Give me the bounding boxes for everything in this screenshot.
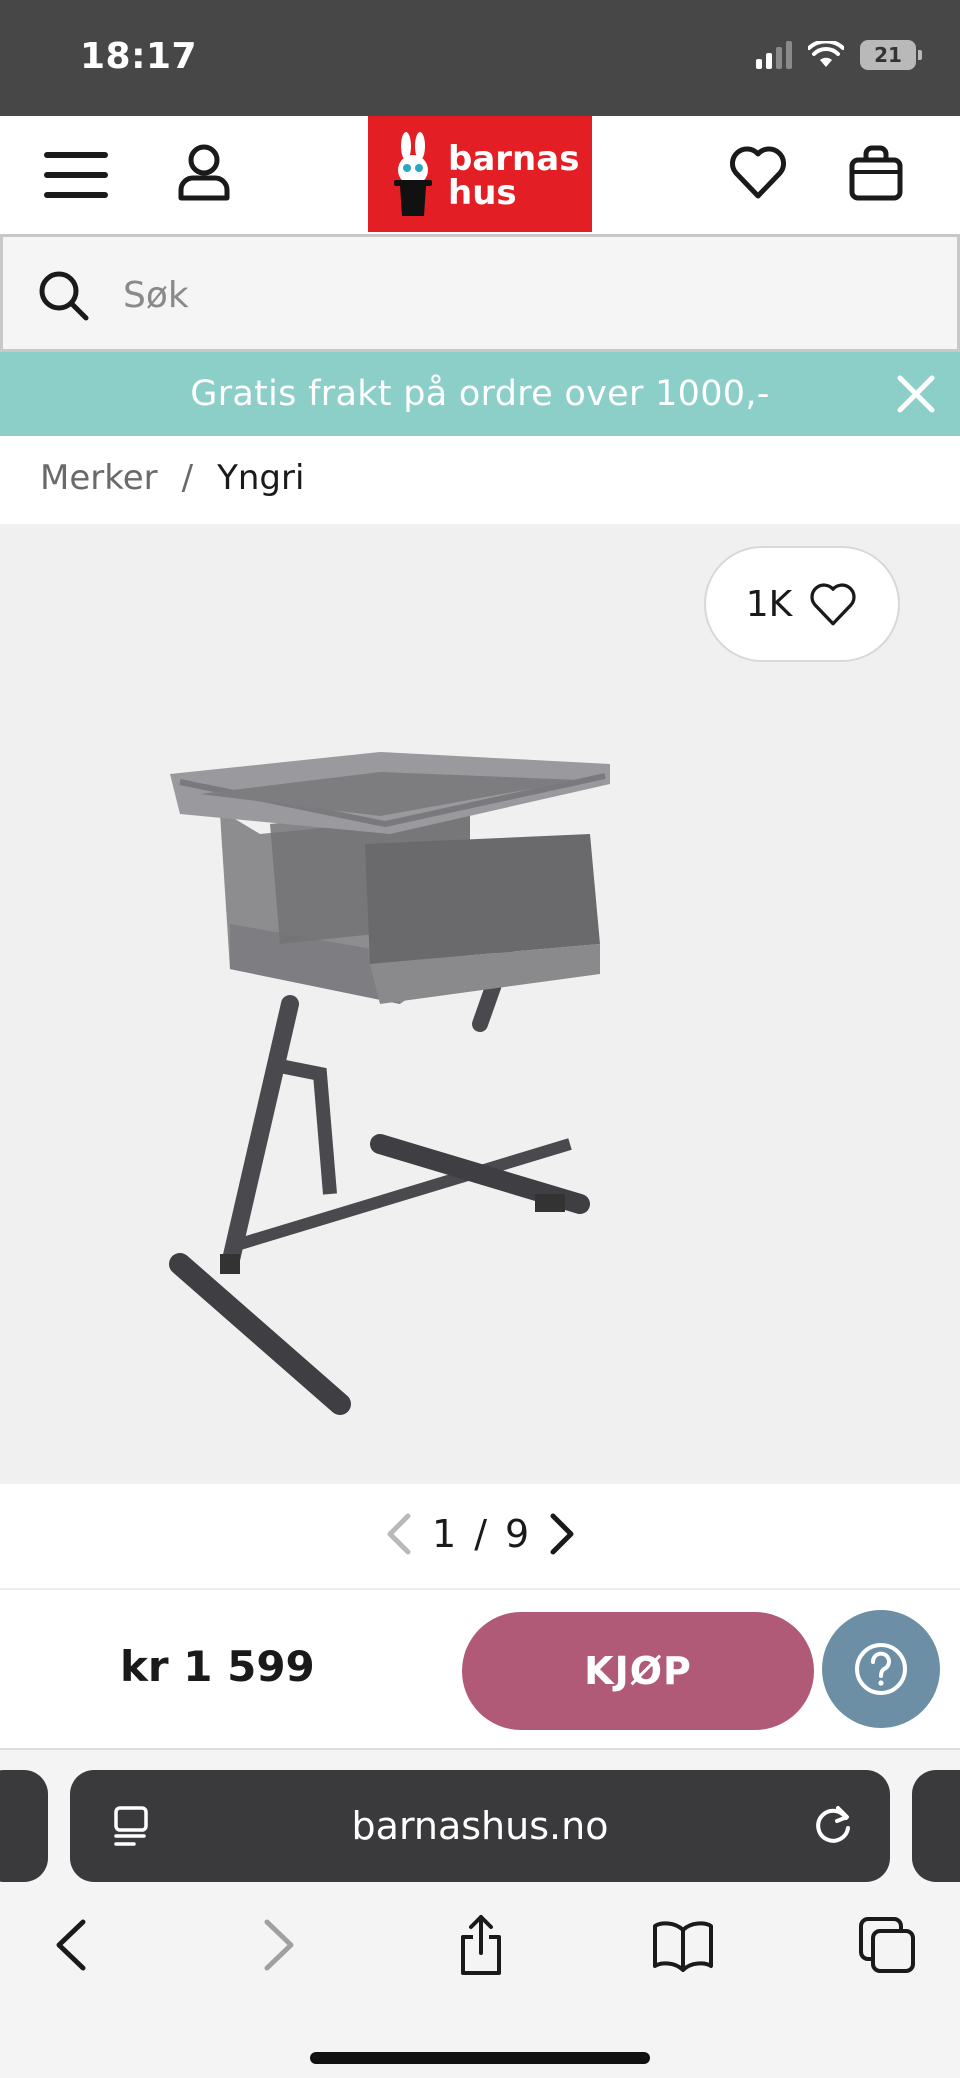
image-pager: 1 / 9 (0, 1484, 960, 1590)
share-button[interactable] (446, 1910, 516, 1980)
wifi-icon (808, 41, 844, 67)
pager-controls: 1 / 9 (384, 1512, 577, 1556)
bedside-crib-product-image (169, 752, 610, 1415)
product-price: kr 1 599 (120, 1642, 315, 1691)
breadcrumb-current: Yngri (217, 458, 305, 498)
url-text: barnashus.no (351, 1804, 609, 1848)
barnashus-logo[interactable]: barnas hus (368, 116, 592, 232)
forward-arrow-icon (264, 1919, 294, 1971)
heart-icon (810, 583, 856, 626)
tabs-button[interactable] (852, 1910, 922, 1980)
search-input[interactable] (123, 265, 903, 325)
address-bar[interactable]: barnashus.no (70, 1770, 890, 1882)
search-icon[interactable] (37, 269, 89, 321)
help-button[interactable] (822, 1610, 940, 1728)
share-icon (461, 1915, 501, 1975)
previous-tab-preview[interactable] (0, 1770, 48, 1882)
status-bar: 18:17 21 (0, 0, 960, 116)
tabs-icon (859, 1917, 915, 1973)
breadcrumb: Merker / Yngri (40, 458, 304, 498)
purchase-bar: kr 1 599 KJØP (0, 1592, 960, 1748)
product-gallery[interactable]: 1K (0, 524, 960, 1484)
free-shipping-banner: Gratis frakt på ordre over 1000,- (0, 352, 960, 436)
buy-button[interactable]: KJØP (462, 1612, 814, 1730)
browser-toolbar (0, 1910, 960, 2000)
back-button[interactable] (36, 1910, 106, 1980)
bookmarks-button[interactable] (648, 1910, 718, 1980)
logo-text-line1: barnas (448, 139, 580, 179)
status-time: 18:17 (80, 36, 198, 77)
account-icon[interactable] (176, 142, 232, 202)
breadcrumb-separator: / (181, 458, 194, 498)
promo-text: Gratis frakt på ordre over 1000,- (190, 374, 770, 414)
book-icon (653, 1921, 713, 1972)
browser-chrome: barnashus.no (0, 1748, 960, 2078)
shopping-bag-icon[interactable] (848, 142, 904, 202)
pager-separator: / (474, 1512, 487, 1556)
back-arrow-icon (56, 1919, 86, 1971)
hamburger-menu-icon[interactable] (44, 152, 108, 198)
forward-button[interactable] (244, 1910, 314, 1980)
question-icon (855, 1643, 907, 1695)
pager-total: 9 (505, 1512, 530, 1556)
status-icons: 21 (756, 40, 922, 70)
close-icon[interactable] (896, 374, 936, 414)
bunny-hat-logo-icon (394, 132, 432, 216)
cellular-signal-icon (756, 41, 792, 69)
battery-icon: 21 (860, 40, 922, 70)
home-indicator (310, 2052, 650, 2064)
breadcrumb-link-merker[interactable]: Merker (40, 458, 158, 498)
next-tab-preview[interactable] (912, 1770, 960, 1882)
site-header: barnas hus (0, 116, 960, 232)
chevron-left-icon[interactable] (384, 1512, 414, 1556)
battery-level: 21 (874, 43, 902, 67)
wishlist-heart-icon[interactable] (728, 144, 788, 200)
logo-text-line2: hus (448, 173, 517, 213)
favorite-button[interactable]: 1K (704, 546, 900, 662)
favorite-count: 1K (745, 583, 793, 625)
logo-text: barnas hus (448, 142, 579, 210)
pager-current: 1 (432, 1512, 457, 1556)
search-bar (0, 234, 960, 352)
reload-icon[interactable] (810, 1802, 856, 1848)
chevron-right-icon[interactable] (547, 1512, 577, 1556)
